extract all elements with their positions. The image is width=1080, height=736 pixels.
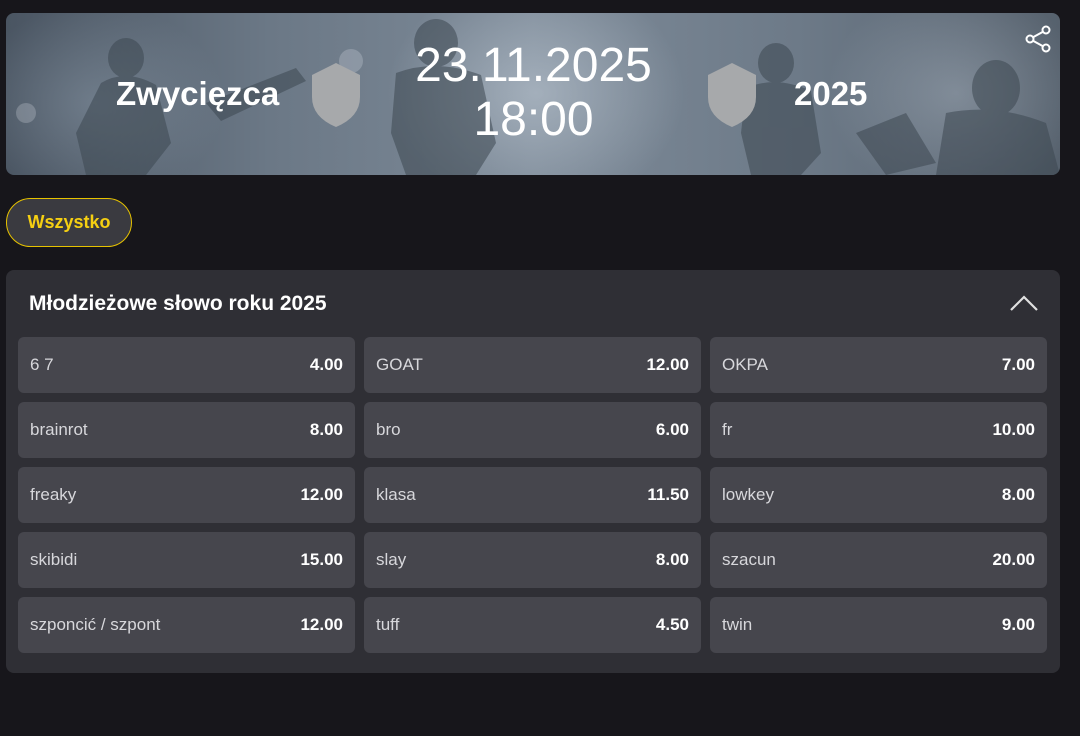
- outcome-button[interactable]: GOAT 12.00: [364, 337, 701, 393]
- team-right-name: 2025: [794, 75, 868, 112]
- outcome-odd: 7.00: [1001, 355, 1035, 374]
- outcome-name: bro: [376, 420, 401, 439]
- outcome-name: slay: [376, 550, 407, 569]
- outcome-name: freaky: [30, 485, 77, 504]
- outcome-button[interactable]: tuff 4.50: [364, 597, 701, 653]
- outcome-button[interactable]: skibidi 15.00: [18, 532, 355, 588]
- outcome-button[interactable]: bro 6.00: [364, 402, 701, 458]
- outcome-name: twin: [722, 615, 753, 634]
- outcome-odd: 12.00: [646, 355, 689, 374]
- event-date: 23.11.2025: [415, 39, 652, 92]
- outcome-odd: 4.50: [655, 615, 689, 634]
- outcome-name: tuff: [376, 615, 400, 634]
- outcome-button[interactable]: szacun 20.00: [710, 532, 1047, 588]
- event-time: 18:00: [473, 93, 594, 146]
- outcome-button[interactable]: brainrot 8.00: [18, 402, 355, 458]
- outcome-button[interactable]: lowkey 8.00: [710, 467, 1047, 523]
- outcome-odd: 8.00: [655, 550, 689, 569]
- filter-all-button[interactable]: Wszystko: [6, 198, 132, 247]
- outcome-name: OKPA: [722, 355, 768, 374]
- outcome-button[interactable]: fr 10.00: [710, 402, 1047, 458]
- outcome-name: skibidi: [30, 550, 78, 569]
- outcome-name: lowkey: [722, 485, 774, 504]
- outcome-name: 6 7: [30, 355, 54, 374]
- event-datetime: 23.11.2025 18:00: [386, 39, 681, 147]
- chevron-up-icon[interactable]: [1008, 292, 1040, 314]
- shield-icon: [708, 63, 756, 127]
- share-icon[interactable]: [1024, 25, 1052, 53]
- outcome-button[interactable]: szponcić / szpont 12.00: [18, 597, 355, 653]
- outcome-odd: 8.00: [309, 420, 343, 439]
- outcome-odd: 12.00: [300, 615, 343, 634]
- outcome-odd: 11.50: [647, 485, 689, 504]
- market-title: Młodzieżowe słowo roku 2025: [29, 292, 327, 315]
- outcome-name: szponcić / szpont: [30, 615, 161, 634]
- outcome-odd: 10.00: [992, 420, 1035, 439]
- team-left-name: Zwycięzca: [116, 75, 280, 112]
- outcome-button[interactable]: twin 9.00: [710, 597, 1047, 653]
- outcome-button[interactable]: klasa 11.50: [364, 467, 701, 523]
- outcome-odd: 4.00: [309, 355, 343, 374]
- shield-icon: [312, 63, 360, 127]
- outcome-name: fr: [722, 420, 733, 439]
- outcome-name: klasa: [376, 485, 416, 504]
- outcome-odd: 20.00: [992, 550, 1035, 569]
- outcome-odd: 12.00: [300, 485, 343, 504]
- outcome-button[interactable]: 6 7 4.00: [18, 337, 355, 393]
- outcome-grid: 6 7 4.00 GOAT 12.00 OKPA 7.00 brainrot 8.00 …: [18, 337, 1049, 653]
- outcome-button[interactable]: freaky 12.00: [18, 467, 355, 523]
- event-header-banner: Zwycięzca 23.11.2025 18:00 2025: [6, 13, 1060, 175]
- outcome-name: szacun: [722, 550, 776, 569]
- outcome-odd: 8.00: [1001, 485, 1035, 504]
- outcome-odd: 15.00: [300, 550, 343, 569]
- outcome-button[interactable]: OKPA 7.00: [710, 337, 1047, 393]
- outcome-button[interactable]: slay 8.00: [364, 532, 701, 588]
- outcome-odd: 9.00: [1001, 615, 1035, 634]
- outcome-name: brainrot: [30, 420, 88, 439]
- outcome-odd: 6.00: [655, 420, 689, 439]
- outcome-name: GOAT: [376, 355, 423, 374]
- market-panel: Młodzieżowe słowo roku 2025 6 7 4.00 GOAT…: [6, 270, 1060, 673]
